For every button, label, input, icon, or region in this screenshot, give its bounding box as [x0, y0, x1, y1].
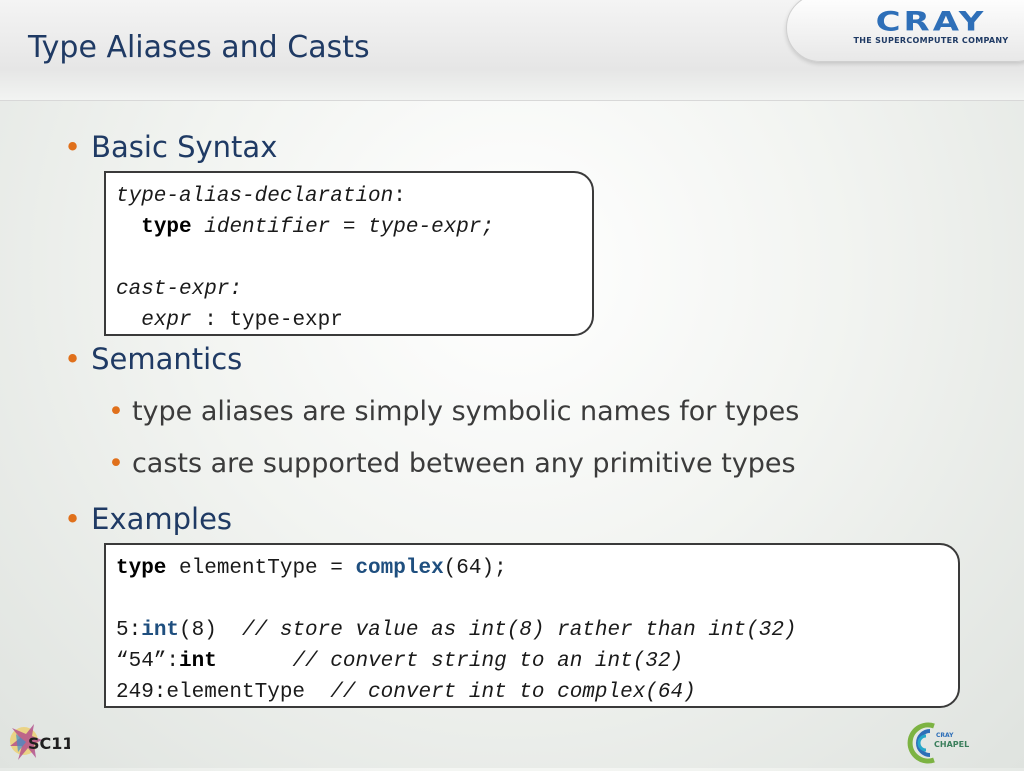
bullet-dot-icon: •: [64, 130, 82, 164]
code-text: 5:: [116, 619, 142, 642]
sc11-logo: SC11: [6, 716, 74, 766]
grammar-term: cast-expr:: [116, 278, 243, 301]
code-line: type elementType = complex(64);: [116, 553, 948, 584]
code-text: elementType =: [166, 557, 356, 580]
bullet-dot-icon: •: [64, 502, 82, 536]
examples-code-box: type elementType = complex(64); 5:int(8)…: [104, 543, 960, 708]
bullet-dot-icon: •: [64, 342, 82, 376]
chapel-logo: CRAY CHAPEL: [904, 720, 974, 766]
code-text: “54”:: [116, 650, 180, 673]
code-line: 249:elementType // convert int to comple…: [116, 677, 948, 708]
code-line: expr : type-expr: [116, 305, 582, 336]
bullet-label: Semantics: [91, 342, 243, 376]
sub-bullet-label: casts are supported between any primitiv…: [131, 448, 796, 479]
code-text: :: [393, 185, 406, 208]
sub-bullet-label: type aliases are simply symbolic names f…: [131, 396, 800, 427]
code-line: 5:int(8) // store value as int(8) rather…: [116, 615, 948, 646]
svg-text:CRAY: CRAY: [936, 732, 954, 739]
code-comment: // store value as int(8) rather than int…: [242, 619, 797, 642]
code-line: type-alias-declaration:: [116, 181, 582, 212]
code-text: (64);: [443, 557, 507, 580]
bullet-examples: • Examples: [64, 502, 232, 536]
code-text: 249:elementType: [116, 681, 331, 704]
code-comment: // convert int to complex(64): [330, 681, 696, 704]
bullet-dot-icon: •: [108, 448, 124, 479]
code-line: “54”:int // convert string to an int(32): [116, 646, 948, 677]
grammar-term: expr: [141, 309, 192, 332]
bullet-label: Basic Syntax: [91, 130, 278, 164]
keyword: int: [179, 650, 217, 673]
slide-title: Type Aliases and Casts: [28, 30, 370, 65]
cray-logo-tagline: THE SUPERCOMPUTER COMPANY: [853, 36, 1009, 45]
sc11-logo-icon: SC11: [10, 724, 74, 760]
keyword: type: [116, 557, 167, 580]
keyword: int: [141, 619, 180, 642]
grammar-term: identifier = type-expr;: [204, 216, 495, 239]
syntax-code-box: type-alias-declaration: type identifier …: [104, 171, 594, 336]
code-line: cast-expr:: [116, 274, 582, 305]
svg-text:SC11: SC11: [28, 734, 70, 753]
cray-logo-wordmark: CRAY: [875, 6, 987, 38]
keyword: type: [141, 216, 192, 239]
bullet-dot-icon: •: [108, 396, 124, 427]
sub-bullet-aliases: • type aliases are simply symbolic names …: [108, 396, 799, 427]
keyword: complex: [355, 557, 444, 580]
code-text: (8): [179, 619, 243, 642]
bullet-label: Examples: [91, 502, 233, 536]
svg-text:CHAPEL: CHAPEL: [934, 740, 969, 749]
code-text: : type-expr: [191, 309, 343, 332]
sub-bullet-casts: • casts are supported between any primiti…: [108, 448, 796, 479]
code-line: type identifier = type-expr;: [116, 212, 582, 243]
bullet-basic-syntax: • Basic Syntax: [64, 130, 277, 164]
code-comment: // convert string to an int(32): [292, 650, 684, 673]
grammar-term: type-alias-declaration: [116, 185, 394, 208]
chapel-logo-icon: CRAY CHAPEL: [907, 722, 969, 764]
bullet-semantics: • Semantics: [64, 342, 242, 376]
